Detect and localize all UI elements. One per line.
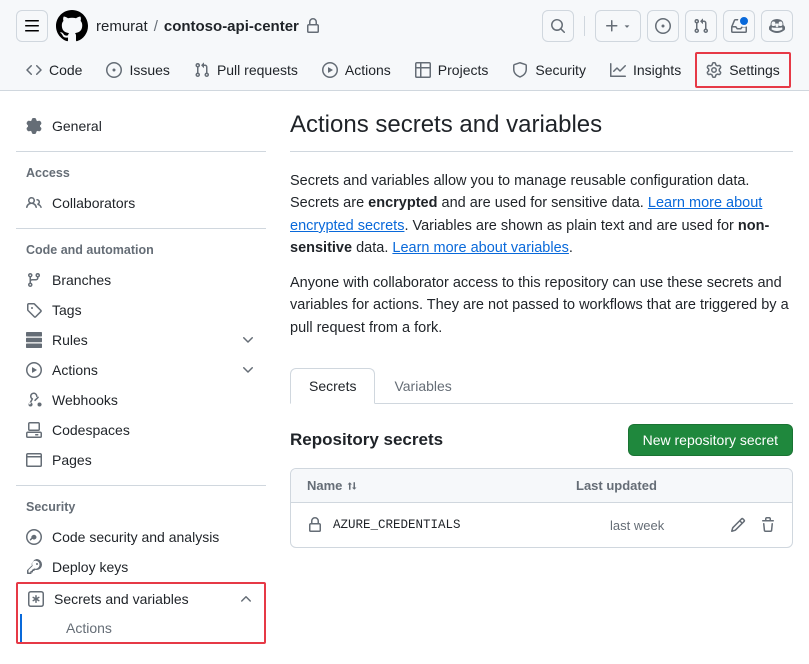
ruler-icon — [26, 332, 42, 348]
settings-sidebar: General Access Collaborators Code and au… — [16, 111, 266, 644]
git-branch-icon — [26, 272, 42, 288]
nav-pulls[interactable]: Pull requests — [184, 52, 308, 90]
hamburger-menu-button[interactable] — [16, 10, 48, 42]
nav-settings[interactable]: Settings — [695, 52, 791, 88]
topbar-right — [542, 10, 793, 42]
sidebar-deploy-keys[interactable]: Deploy keys — [16, 552, 266, 582]
chevron-up-icon — [238, 591, 254, 607]
play-icon — [26, 362, 42, 378]
browser-icon — [26, 452, 42, 468]
table-row: AZURE_CREDENTIALS last week — [291, 503, 792, 547]
sidebar-secrets-variables[interactable]: Secrets and variables — [18, 584, 264, 614]
secret-row-actions — [730, 517, 776, 533]
people-icon — [26, 195, 42, 211]
lock-icon — [307, 517, 323, 533]
table-icon — [415, 62, 431, 78]
plus-icon — [604, 18, 620, 34]
mark-github-icon — [56, 10, 88, 42]
breadcrumb-repo[interactable]: contoso-api-center — [164, 18, 299, 35]
nav-security[interactable]: Security — [502, 52, 596, 90]
secret-name-cell: AZURE_CREDENTIALS — [307, 517, 610, 533]
pencil-icon[interactable] — [730, 517, 746, 533]
codespaces-icon — [26, 422, 42, 438]
repo-nav: Code Issues Pull requests Actions Projec… — [0, 52, 809, 91]
issues-tray-button[interactable] — [647, 10, 679, 42]
git-pull-request-icon — [693, 18, 709, 34]
sidebar-general[interactable]: General — [16, 111, 266, 141]
section-code-automation: Code and automation — [16, 243, 266, 265]
gear-icon — [26, 118, 42, 134]
create-new-button[interactable] — [595, 10, 641, 42]
lock-icon — [305, 18, 321, 34]
tab-secrets[interactable]: Secrets — [290, 368, 375, 404]
sidebar-tags[interactable]: Tags — [16, 295, 266, 325]
page-title: Actions secrets and variables — [290, 111, 793, 139]
nav-projects[interactable]: Projects — [405, 52, 499, 90]
triangle-down-icon — [622, 21, 632, 31]
breadcrumb: remurat / contoso-api-center — [96, 18, 321, 35]
gear-icon — [706, 62, 722, 78]
shield-icon — [512, 62, 528, 78]
three-bars-icon — [24, 18, 40, 34]
nav-issues[interactable]: Issues — [96, 52, 179, 90]
key-icon — [26, 559, 42, 575]
repo-secrets-heading: Repository secrets — [290, 430, 443, 450]
issue-opened-icon — [655, 18, 671, 34]
copilot-button[interactable] — [761, 10, 793, 42]
trash-icon[interactable] — [760, 517, 776, 533]
breadcrumb-owner[interactable]: remurat — [96, 18, 148, 35]
breadcrumb-sep: / — [154, 18, 158, 35]
desc-paragraph-2: Anyone with collaborator access to this … — [290, 272, 793, 339]
code-icon — [26, 62, 42, 78]
desc-paragraph-1: Secrets and variables allow you to manag… — [290, 170, 793, 260]
pull-requests-tray-button[interactable] — [685, 10, 717, 42]
sidebar-pages[interactable]: Pages — [16, 445, 266, 475]
sidebar-codespaces[interactable]: Codespaces — [16, 415, 266, 445]
nav-actions[interactable]: Actions — [312, 52, 401, 90]
section-access: Access — [16, 166, 266, 188]
codescan-icon — [26, 529, 42, 545]
sidebar-webhooks[interactable]: Webhooks — [16, 385, 266, 415]
highlight-secrets-variables: Secrets and variables Actions — [16, 582, 266, 644]
tab-variables[interactable]: Variables — [375, 368, 470, 404]
secrets-table-header: Name Last updated — [291, 469, 792, 503]
search-icon — [550, 18, 566, 34]
secrets-table: Name Last updated AZURE_CREDENTIALS last… — [290, 468, 793, 548]
key-asterisk-icon — [28, 591, 44, 607]
main-content: Actions secrets and variables Secrets an… — [290, 111, 793, 644]
sidebar-collaborators[interactable]: Collaborators — [16, 188, 266, 218]
sidebar-code-security[interactable]: Code security and analysis — [16, 522, 266, 552]
webhook-icon — [26, 392, 42, 408]
play-icon — [322, 62, 338, 78]
sidebar-secrets-sub-actions[interactable]: Actions — [20, 614, 264, 642]
col-header-name[interactable]: Name — [307, 478, 576, 493]
secret-updated-cell: last week — [610, 518, 730, 533]
git-pull-request-icon — [194, 62, 210, 78]
sidebar-rules[interactable]: Rules — [16, 325, 266, 355]
col-header-updated: Last updated — [576, 478, 776, 493]
graph-icon — [610, 62, 626, 78]
chevron-down-icon — [240, 362, 256, 378]
chevron-down-icon — [240, 332, 256, 348]
sidebar-actions[interactable]: Actions — [16, 355, 266, 385]
copilot-icon — [769, 18, 785, 34]
inbox-icon — [731, 18, 747, 34]
sort-icon — [346, 480, 358, 492]
github-logo[interactable] — [56, 10, 88, 42]
tag-icon — [26, 302, 42, 318]
section-head: Repository secrets New repository secret — [290, 424, 793, 456]
tabs: Secrets Variables — [290, 367, 793, 404]
issue-opened-icon — [106, 62, 122, 78]
link-learn-variables[interactable]: Learn more about variables — [392, 240, 569, 256]
search-button[interactable] — [542, 10, 574, 42]
nav-code[interactable]: Code — [16, 52, 92, 90]
topbar: remurat / contoso-api-center — [0, 0, 809, 52]
nav-insights[interactable]: Insights — [600, 52, 691, 90]
notifications-button[interactable] — [723, 10, 755, 42]
section-security: Security — [16, 500, 266, 522]
new-repository-secret-button[interactable]: New repository secret — [628, 424, 793, 456]
sidebar-branches[interactable]: Branches — [16, 265, 266, 295]
